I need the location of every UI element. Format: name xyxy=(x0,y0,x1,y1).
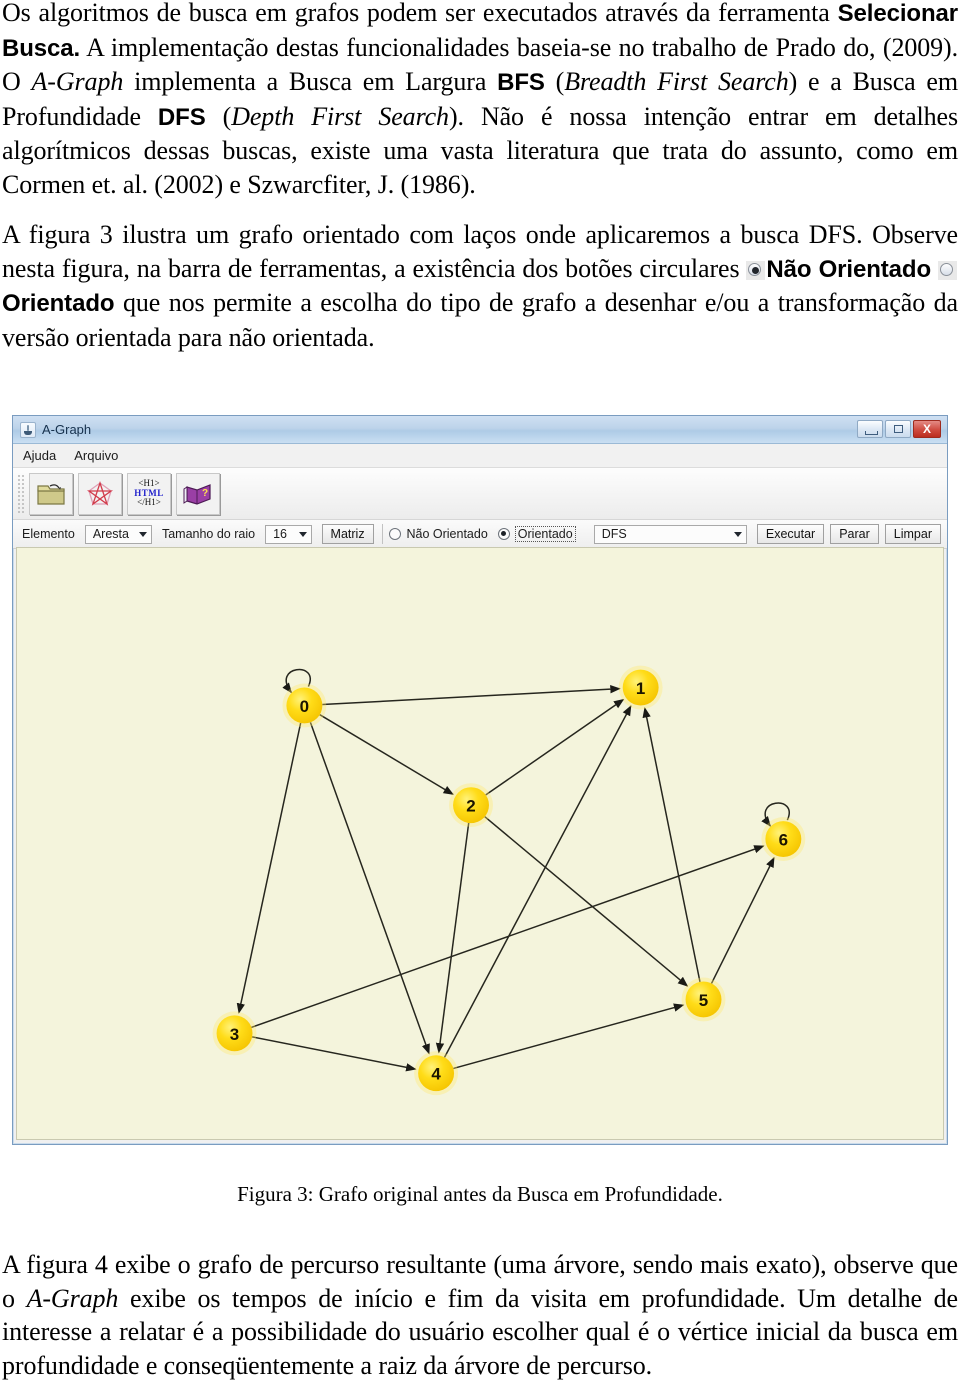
graph-edge xyxy=(642,707,701,983)
help-book-button[interactable]: ? xyxy=(176,472,220,515)
graph-edge xyxy=(485,698,625,796)
graph-nodes: 0 1 2 3 4 5 6 xyxy=(212,665,806,1096)
matrix-button-label: Matriz xyxy=(330,527,365,541)
minimize-button[interactable] xyxy=(857,420,883,438)
graph-node-label: 2 xyxy=(466,797,475,816)
graph-edge xyxy=(710,856,775,984)
algorithm-select-value: DFS xyxy=(601,527,627,541)
maximize-icon xyxy=(894,425,903,433)
java-app-icon xyxy=(20,421,36,438)
inline-radio-nao-orientado-icon xyxy=(746,260,766,280)
chevron-down-icon xyxy=(295,532,311,537)
element-label: Elemento xyxy=(22,527,75,541)
inline-label-nao-orientado: Não Orientado xyxy=(766,255,932,283)
window-titlebar: A-Graph X xyxy=(13,416,947,444)
close-button[interactable]: X xyxy=(913,420,941,438)
graph-node-1[interactable]: 1 xyxy=(618,665,663,710)
toolbar: <H1> HTML </H1> ? xyxy=(13,468,947,520)
graph-node-2[interactable]: 2 xyxy=(449,783,493,828)
graph-node-6[interactable]: 6 xyxy=(761,817,806,861)
graph-node-label: 3 xyxy=(230,1025,239,1044)
pentagram-graph-icon xyxy=(86,480,114,506)
radio-nao-orientado[interactable]: Não Orientado xyxy=(389,527,488,541)
close-icon: X xyxy=(922,422,931,436)
graph-drawing-canvas[interactable]: 0 1 2 3 4 5 6 xyxy=(16,547,944,1140)
graph-node-3[interactable]: 3 xyxy=(212,1011,257,1056)
radio-unchecked-icon xyxy=(389,528,402,540)
chevron-down-icon xyxy=(730,532,746,537)
radius-label: Tamanho do raio xyxy=(161,527,256,541)
maximize-button[interactable] xyxy=(885,420,911,438)
chevron-down-icon xyxy=(135,532,151,537)
a-graph-application-window: A-Graph X Ajuda Arquivo <H1> HTML </H1> … xyxy=(12,415,948,1145)
element-select[interactable]: Aresta xyxy=(84,524,152,544)
graph-edge xyxy=(453,1003,685,1070)
element-select-value: Aresta xyxy=(92,527,129,541)
document-page: Os algoritmos de busca em grafos podem s… xyxy=(0,0,960,1382)
paragraph-figure-intro: A figura 3 ilustra um grafo orientado co… xyxy=(2,218,958,354)
window-controls: X xyxy=(857,420,941,438)
html-icon-line3: </H1> xyxy=(137,497,161,508)
graph-edge xyxy=(309,722,430,1055)
stop-button-label: Parar xyxy=(839,527,870,541)
inline-radio-orientado-icon xyxy=(938,260,957,280)
paragraph-intro: Os algoritmos de busca em grafos podem s… xyxy=(2,0,959,199)
graph-edge xyxy=(252,1036,417,1072)
open-folder-button[interactable] xyxy=(29,472,73,515)
graph-node-5[interactable]: 5 xyxy=(681,977,726,1022)
toolbar-drag-handle[interactable] xyxy=(17,473,26,514)
clear-button[interactable]: Limpar xyxy=(884,524,941,544)
graph-node-0[interactable]: 0 xyxy=(282,683,327,728)
radio-nao-orientado-label: Não Orientado xyxy=(406,527,488,541)
folder-open-icon xyxy=(37,483,65,505)
html-code-icon: <H1> HTML </H1> xyxy=(134,479,164,508)
svg-text:?: ? xyxy=(202,488,208,499)
menu-item-arquivo[interactable]: Arquivo xyxy=(74,448,118,463)
graph-edge xyxy=(236,722,302,1014)
graph-edge xyxy=(319,714,454,796)
stop-button[interactable]: Parar xyxy=(830,524,879,544)
inline-label-orientado: Orientado xyxy=(2,290,115,317)
minimize-icon xyxy=(865,431,878,435)
execute-button-label: Executar xyxy=(765,527,816,541)
graph-node-label: 4 xyxy=(431,1065,441,1084)
graph-node-label: 6 xyxy=(779,831,788,850)
graph-edge xyxy=(484,816,689,987)
help-book-icon: ? xyxy=(183,483,211,505)
window-title: A-Graph xyxy=(42,422,92,437)
paragraph-figure-intro-part2: que nos permite a escolha do tipo de gra… xyxy=(2,288,958,352)
graph-edge xyxy=(322,684,621,706)
toolbar-separator xyxy=(381,524,383,544)
radius-select[interactable]: 16 xyxy=(265,524,312,544)
matrix-button[interactable]: Matriz xyxy=(321,524,374,544)
radio-checked-icon xyxy=(497,528,510,540)
graph-node-4[interactable]: 4 xyxy=(414,1051,459,1096)
graph-node-label: 0 xyxy=(300,697,309,716)
menu-bar: Ajuda Arquivo xyxy=(13,444,947,468)
figure-caption: Figura 3: Grafo original antes da Busca … xyxy=(237,1182,723,1206)
algorithm-select[interactable]: DFS xyxy=(593,524,747,544)
menu-item-ajuda[interactable]: Ajuda xyxy=(23,448,56,463)
paragraph-conclusion: A figura 4 exibe o grafo de percurso res… xyxy=(2,1250,958,1380)
graph-edge xyxy=(435,822,470,1054)
execute-button[interactable]: Executar xyxy=(756,524,825,544)
graph-star-button[interactable] xyxy=(78,472,122,515)
radius-select-value: 16 xyxy=(273,527,287,541)
graph-node-label: 1 xyxy=(636,679,645,698)
export-html-button[interactable]: <H1> HTML </H1> xyxy=(127,472,171,515)
graph-node-label: 5 xyxy=(699,991,708,1010)
clear-button-label: Limpar xyxy=(893,527,932,541)
graph-rendering: 0 1 2 3 4 5 6 xyxy=(212,665,806,1096)
radio-orientado[interactable]: Orientado xyxy=(497,526,576,542)
controls-bar: Elemento Aresta Tamanho do raio 16 Matri… xyxy=(13,520,947,549)
radio-orientado-label: Orientado xyxy=(514,526,576,542)
